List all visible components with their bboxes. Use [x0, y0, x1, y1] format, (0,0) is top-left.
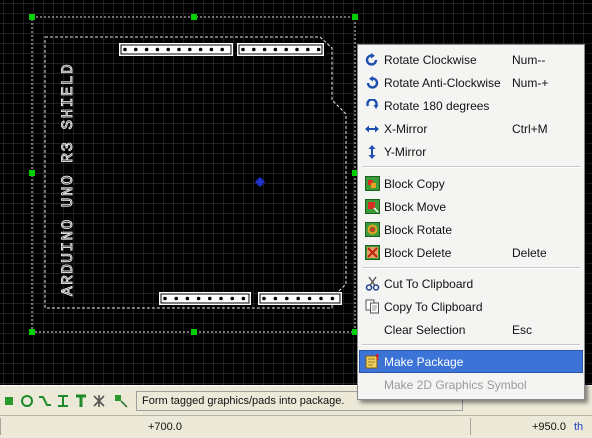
handle-top-right[interactable] [352, 14, 358, 20]
menu-item-block-rotate[interactable]: Block Rotate [360, 219, 582, 240]
header-pad [209, 47, 214, 52]
menu-separator [362, 166, 580, 168]
handle-bottom-mid[interactable] [191, 329, 197, 335]
unit-label[interactable]: th [574, 421, 583, 433]
menu-item-make-2d-graphics-symbol: Make 2D Graphics Symbol [384, 377, 527, 392]
handle-top-mid[interactable] [191, 14, 197, 20]
header-pad [241, 47, 245, 52]
header-pad [230, 296, 234, 301]
copy-icon [364, 299, 380, 315]
text-icon[interactable] [72, 391, 90, 411]
x-mirror-icon [364, 121, 380, 137]
header-pad [219, 296, 223, 301]
coord-panel-divider [470, 418, 471, 435]
coordinate-bar: +700.0 +950.0 th [0, 415, 592, 438]
block-rotate-icon [364, 222, 380, 238]
header-pad [307, 296, 312, 301]
x-coordinate: +700.0 [148, 421, 182, 433]
menu-item-make-package[interactable]: Make Package [359, 350, 583, 373]
menu-item-block-delete[interactable]: Block Delete Delete [360, 242, 582, 263]
header-bottom-left [159, 292, 251, 305]
handle-bottom-left[interactable] [29, 329, 35, 335]
y-coordinate: +950.0 [532, 421, 566, 433]
header-pad [188, 47, 192, 52]
header-pad [174, 296, 178, 301]
scissors-icon [364, 276, 380, 292]
header-top-right [237, 43, 324, 56]
menu-item-rotate-clockwise[interactable]: Rotate Clockwise Num-- [360, 49, 582, 70]
menu-separator [362, 267, 580, 269]
silkscreen-label: ARDUINO UNO R3 SHIELD [59, 63, 77, 296]
y-mirror-icon [364, 144, 380, 160]
header-pad [284, 47, 289, 52]
coord-panel-divider [0, 418, 1, 435]
drawing-tools [0, 389, 130, 413]
header-pad [177, 47, 181, 52]
header-pad [198, 47, 203, 52]
header-pad [273, 296, 278, 301]
component-icon[interactable] [90, 391, 108, 411]
header-pad [196, 296, 201, 301]
menu-item-block-copy[interactable]: Block Copy [360, 173, 582, 194]
handle-top-left[interactable] [29, 14, 35, 20]
block-icon[interactable] [112, 391, 130, 411]
via-icon[interactable] [18, 391, 36, 411]
header-pad [134, 47, 138, 52]
header-pad [273, 47, 278, 52]
header-pad [241, 296, 246, 301]
menu-item-y-mirror[interactable]: Y-Mirror [360, 141, 582, 162]
rotate-180-icon [364, 98, 380, 114]
header-pad [155, 47, 160, 52]
block-copy-icon [364, 176, 380, 192]
header-pad [123, 47, 127, 52]
header-pad [316, 47, 321, 52]
menu-item-block-move[interactable]: Block Move [360, 196, 582, 217]
header-pad [296, 296, 301, 301]
header-pad [220, 47, 224, 52]
block-delete-icon [364, 245, 380, 261]
header-pad [285, 296, 289, 301]
rotate-anticlockwise-icon [364, 75, 380, 91]
handle-mid-left[interactable] [29, 170, 35, 176]
header-pad [166, 47, 170, 52]
menu-separator [362, 344, 580, 346]
header-pad [185, 296, 190, 301]
header-pad [295, 47, 299, 52]
rotate-clockwise-icon [364, 52, 380, 68]
header-pad [208, 296, 212, 301]
jumper-icon[interactable] [54, 391, 72, 411]
menu-item-clear-selection[interactable]: Clear Selection Esc [360, 319, 582, 340]
menu-item-rotate-anticlockwise[interactable]: Rotate Anti-Clockwise Num-+ [360, 72, 582, 93]
header-pad [163, 296, 167, 301]
menu-item-rotate-180[interactable]: Rotate 180 degrees [360, 95, 582, 116]
menu-item-copy-to-clipboard[interactable]: Copy To Clipboard [360, 296, 582, 317]
header-pad [262, 296, 266, 301]
block-move-icon [364, 199, 380, 215]
context-menu: Rotate Clockwise Num-- Rotate Anti-Clock… [357, 44, 585, 400]
header-pad [319, 296, 323, 301]
header-pad [252, 47, 256, 52]
pad-icon[interactable] [0, 391, 18, 411]
header-pad [306, 47, 310, 52]
header-pad [330, 296, 335, 301]
menu-item-cut-to-clipboard[interactable]: Cut To Clipboard [360, 273, 582, 294]
header-pad [262, 47, 267, 52]
header-pad [144, 47, 149, 52]
menu-item-x-mirror[interactable]: X-Mirror Ctrl+M [360, 118, 582, 139]
track-icon[interactable] [36, 391, 54, 411]
make-package-icon [364, 354, 380, 370]
